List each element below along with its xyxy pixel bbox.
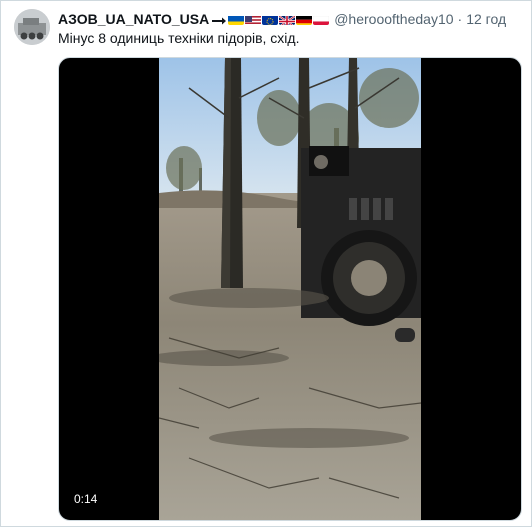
- display-name[interactable]: АЗОВ_UA_NATO_USA: [58, 11, 209, 27]
- eu-flag-icon: [262, 14, 279, 25]
- video-frame[interactable]: [159, 58, 421, 520]
- tweet-text: Мінус 8 одиниць техніки підорів, схід.: [58, 30, 300, 46]
- uk-flag-icon: [279, 14, 296, 25]
- separator-dot: ·: [457, 11, 463, 27]
- video-duration: 0:14: [69, 490, 103, 508]
- timestamp[interactable]: 12 год: [466, 11, 506, 27]
- avatar[interactable]: [14, 9, 50, 45]
- name-emoji-group: [211, 14, 330, 25]
- poland-flag-icon: [313, 14, 330, 25]
- video-player[interactable]: 0:14: [58, 57, 522, 521]
- ukraine-flag-icon: [228, 14, 245, 25]
- tweet-header: АЗОВ_UA_NATO_USA @heroooftheday10 · 12 г…: [58, 9, 521, 29]
- arrow-soon-icon: [211, 14, 228, 25]
- burned-vehicle: [301, 146, 421, 342]
- tweet-card[interactable]: АЗОВ_UA_NATO_USA @heroooftheday10 · 12 г…: [0, 0, 532, 527]
- germany-flag-icon: [296, 14, 313, 25]
- usa-flag-icon: [245, 14, 262, 25]
- user-handle[interactable]: @heroooftheday10: [334, 11, 453, 27]
